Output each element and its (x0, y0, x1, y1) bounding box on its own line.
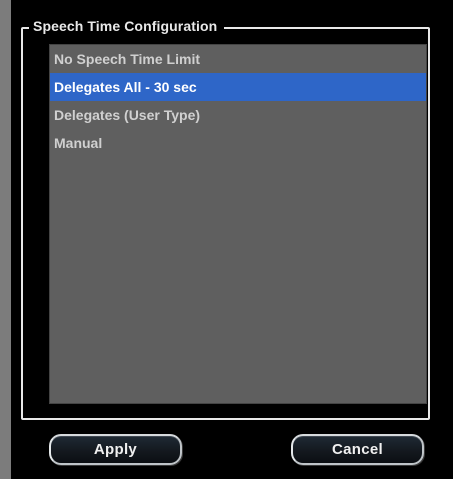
list-item-delegates-all-30-sec[interactable]: Delegates All - 30 sec (50, 73, 426, 101)
speech-time-options-list[interactable]: No Speech Time Limit Delegates All - 30 … (49, 44, 427, 404)
list-item-no-limit[interactable]: No Speech Time Limit (50, 45, 426, 73)
apply-button[interactable]: Apply (49, 434, 182, 465)
list-item-delegates-user-type[interactable]: Delegates (User Type) (50, 101, 426, 129)
cancel-button[interactable]: Cancel (291, 434, 424, 465)
list-item-manual[interactable]: Manual (50, 129, 426, 157)
group-title: Speech Time Configuration (29, 15, 225, 37)
